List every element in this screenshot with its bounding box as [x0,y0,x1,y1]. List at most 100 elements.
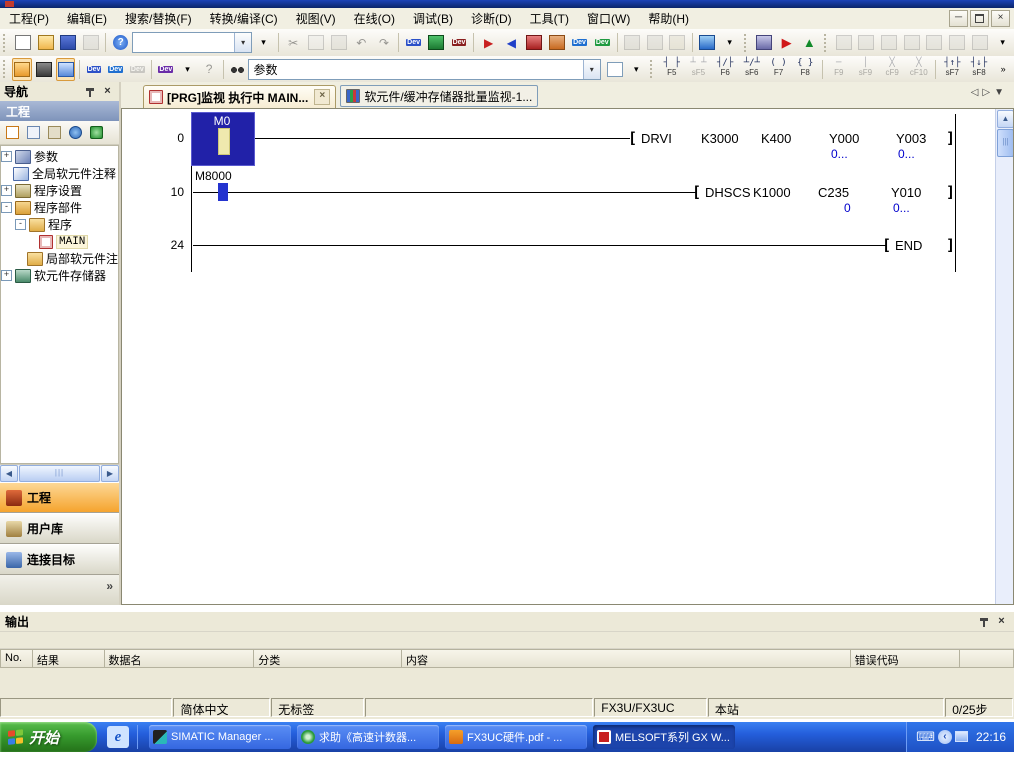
menu-debug[interactable]: 调试(B) [404,8,462,29]
tab-prev-icon[interactable]: ◁ [971,87,983,98]
network-tray-icon[interactable] [955,730,968,745]
tab-device-batch-monitor[interactable]: 软元件/缓冲存储器批量监视-1... [340,85,538,107]
find-binoculars-icon[interactable] [228,58,248,81]
branch-line-icon[interactable] [833,31,854,54]
toolbar-overflow-icon[interactable]: ▾ [626,58,646,81]
tab-menu-icon[interactable]: ▼ [994,87,1008,98]
error-check-icon[interactable]: ▲ [799,31,820,54]
branch-line2-icon[interactable] [856,31,877,54]
rising-pulse-button[interactable]: ┤↑├sF7 [940,57,965,82]
task-simatic[interactable]: SIMATIC Manager ... [149,725,291,749]
col-category[interactable]: 分类 [254,649,402,668]
tree-item-parameter[interactable]: + 参数 [1,148,118,165]
label-edit-icon[interactable] [667,31,688,54]
menu-view[interactable]: 视图(V) [287,8,345,29]
more-buttons-icon[interactable]: » [106,579,113,593]
scroll-thumb[interactable]: ||| [19,465,100,482]
toolbar-grip[interactable] [3,34,9,52]
restore-button[interactable] [970,10,989,27]
tree-item-pou[interactable]: - 程序部件 [1,199,118,216]
module-config-icon[interactable] [34,58,54,81]
remote-operation-icon[interactable] [754,31,775,54]
new-project-icon[interactable] [13,31,34,54]
col-data-name[interactable]: 数据名 [105,649,255,668]
pulse-contact-icon[interactable] [879,31,900,54]
menu-compile[interactable]: 转换/编译(C) [201,8,287,29]
note-icon[interactable] [947,31,968,54]
close-button[interactable]: × [991,10,1010,27]
save-icon[interactable] [58,31,79,54]
open-project-icon[interactable] [35,31,56,54]
close-tab-icon[interactable]: × [314,89,330,105]
dev-write-icon[interactable]: Dev [569,31,590,54]
pin-icon[interactable] [977,615,992,629]
tree-item-device-memory[interactable]: + 软元件存储器 [1,267,118,284]
close-icon[interactable]: × [994,615,1009,629]
hide-icons-icon[interactable]: ‹ [938,730,952,744]
device-ref-icon[interactable]: Dev [127,58,147,81]
operand[interactable]: K3000 [701,131,739,146]
closed-contact-button[interactable]: ┤/├F6 [713,57,738,82]
navigation-toggle-icon[interactable] [12,58,32,81]
monitor-start-icon[interactable] [524,31,545,54]
vertical-line-button[interactable]: │sF9 [853,57,878,82]
instruction[interactable]: DRVI [641,131,672,146]
contact-m8000[interactable] [218,183,228,201]
sfc-block-icon[interactable] [644,31,665,54]
expand-icon[interactable]: + [1,270,12,281]
expand-icon[interactable]: - [15,219,26,230]
device-test-icon[interactable]: ▾ [178,58,198,81]
operand[interactable]: Y003 [896,131,926,146]
open-contact-button[interactable]: ┤ ├F5 [659,57,684,82]
ladder-vertical-scrollbar[interactable]: ▲ ||| [995,109,1013,604]
print-icon[interactable] [81,31,102,54]
delete-vline-button[interactable]: ╳cF10 [906,57,931,82]
tab-next-icon[interactable]: ▷ [982,87,994,98]
task-browser-help[interactable]: 求助《高速计数器... [297,725,439,749]
device-find-icon[interactable]: Dev [403,31,424,54]
operand[interactable]: Y000 [829,131,859,146]
device-combobox[interactable]: 参数▾ [248,59,600,80]
col-content[interactable]: 内容 [402,649,851,668]
refresh-icon[interactable] [87,123,106,142]
write-to-plc-icon[interactable]: ▶ [478,31,499,54]
page-search-icon[interactable] [605,58,625,81]
help-dim-icon[interactable]: ? [199,58,219,81]
col-error-code[interactable]: 错误代码 [851,649,960,668]
instruction[interactable]: END [895,238,922,253]
toolbar-overflow-icon[interactable]: » [993,58,1013,81]
monitor-stop-icon[interactable] [546,31,567,54]
paste-item-icon[interactable] [45,123,64,142]
horizontal-line-button[interactable]: ─F9 [826,57,851,82]
menu-find-replace[interactable]: 搜索/替换(F) [116,8,201,29]
quick-launch-ie-icon[interactable]: e [107,726,129,748]
read-from-plc-icon[interactable]: ◀ [501,31,522,54]
application-instruction-button[interactable]: { }F8 [793,57,818,82]
monitor-window-icon[interactable] [426,31,447,54]
start-button[interactable]: 开始 [0,722,97,752]
info-icon[interactable] [66,123,85,142]
ladder-canvas[interactable]: 0 M0 [ DRVI K3000 K400 Y000 Y003 ] 0... … [121,108,1014,605]
chevron-down-icon[interactable]: ▾ [234,33,251,52]
tree-item-program-setting[interactable]: + 程序设置 [1,182,118,199]
device-table-icon[interactable]: Dev [106,58,126,81]
help-icon[interactable]: ? [110,31,131,54]
instruction[interactable]: DHSCS [705,185,751,200]
tree-item-program[interactable]: - 程序 [1,216,118,233]
tree-item-global-comment[interactable]: 全局软元件注释 [1,165,118,182]
menu-help[interactable]: 帮助(H) [639,8,698,29]
undo-icon[interactable]: ↶ [351,31,372,54]
nav-horizontal-scrollbar[interactable]: ◀ ||| ▶ [0,464,119,482]
menu-window[interactable]: 窗口(W) [578,8,639,29]
closed-branch-button[interactable]: ┴/┴sF6 [739,57,764,82]
toolbar-overflow-icon[interactable]: ▾ [992,31,1013,54]
scroll-left-icon[interactable]: ◀ [0,465,18,482]
device-batch-icon[interactable]: Dev [449,31,470,54]
col-result[interactable]: 结果 [33,649,105,668]
copy-item-icon[interactable] [24,123,43,142]
scroll-up-icon[interactable]: ▲ [997,110,1014,128]
tree-item-local-comment[interactable]: 局部软元件注释 [1,250,118,267]
menu-project[interactable]: 工程(P) [0,8,58,29]
expand-icon[interactable]: - [1,202,12,213]
device-search-icon[interactable]: Dev [84,58,104,81]
